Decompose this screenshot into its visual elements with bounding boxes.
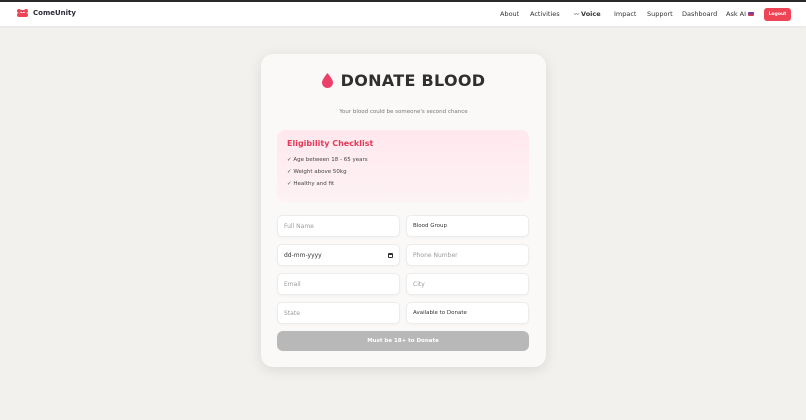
nav-ask-ai[interactable]: Ask AI — [726, 10, 755, 18]
checklist-item-health: ✓ Healthy and fit — [287, 181, 335, 187]
submit-donate-button[interactable]: Must be 18+ to Donate — [277, 331, 529, 351]
availability-value: Available to Donate — [413, 310, 467, 316]
phone-number-input[interactable] — [406, 244, 529, 266]
brand-name: ComeUnity — [33, 8, 76, 17]
logout-button[interactable]: Logout — [764, 8, 791, 21]
donate-card: DONATE BLOOD Your blood could be someone… — [261, 54, 546, 367]
eligibility-checklist: Eligibility Checklist ✓ Age between 18 -… — [277, 130, 529, 202]
calendar-icon[interactable] — [388, 252, 393, 258]
blood-drop-icon — [321, 73, 333, 88]
language-flag-icon — [748, 12, 755, 16]
date-value: dd-mm-yyyy — [284, 251, 322, 259]
state-input[interactable] — [277, 302, 400, 324]
nav-voice-label: Voice — [581, 10, 601, 18]
nav-dashboard[interactable]: Dashboard — [682, 10, 717, 18]
page-subtitle: Your blood could be someone's second cha… — [339, 109, 468, 115]
availability-select[interactable]: Available to Donate — [406, 302, 529, 324]
checklist-item-age: ✓ Age between 18 - 65 years — [287, 157, 368, 163]
blood-group-value: Blood Group — [413, 223, 448, 229]
nav-voice[interactable]: 〰 Voice — [574, 10, 601, 18]
nav-ask-ai-label: Ask AI — [726, 10, 747, 18]
date-of-birth-input[interactable]: dd-mm-yyyy — [277, 244, 400, 266]
nav-activities[interactable]: Activities — [530, 10, 560, 18]
nav-about[interactable]: About — [500, 10, 519, 18]
title-row: DONATE BLOOD — [261, 71, 546, 90]
city-input[interactable] — [406, 273, 529, 295]
email-input[interactable] — [277, 273, 400, 295]
nav-impact[interactable]: Impact — [614, 10, 636, 18]
page-title: DONATE BLOOD — [340, 71, 486, 90]
navbar: ComeUnity About Activities 〰 Voice Impac… — [0, 2, 806, 26]
full-name-input[interactable] — [277, 215, 400, 237]
checklist-title: Eligibility Checklist — [287, 139, 374, 148]
community-logo-icon — [17, 9, 28, 17]
checklist-item-weight: ✓ Weight above 50kg — [287, 169, 347, 175]
nav-support[interactable]: Support — [647, 10, 673, 18]
blood-group-select[interactable]: Blood Group — [406, 215, 529, 237]
voice-wave-icon: 〰 — [574, 11, 580, 18]
brand[interactable]: ComeUnity — [16, 8, 76, 17]
